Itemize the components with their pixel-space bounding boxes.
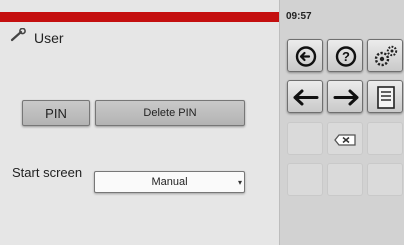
settings-panel: User PIN Delete PIN Start screen Manual … <box>0 0 279 245</box>
arrow-left-icon <box>293 89 319 106</box>
pin-button[interactable]: PIN <box>22 100 90 126</box>
start-screen-select[interactable]: Manual ▾ <box>94 171 245 193</box>
empty-key <box>367 163 403 196</box>
save-button[interactable] <box>367 80 403 113</box>
backspace-icon <box>334 134 356 146</box>
right-button[interactable] <box>327 80 363 113</box>
backspace-button[interactable] <box>327 122 363 155</box>
settings-button[interactable] <box>367 39 403 72</box>
empty-key <box>287 122 323 155</box>
empty-key <box>287 163 323 196</box>
delete-pin-button[interactable]: Delete PIN <box>95 100 245 126</box>
back-button[interactable] <box>287 39 323 72</box>
svg-text:?: ? <box>342 49 350 64</box>
header-bar <box>0 12 279 22</box>
empty-key <box>327 163 363 196</box>
left-button[interactable] <box>287 80 323 113</box>
keypad-panel: 09:57 ? <box>279 0 404 245</box>
dropdown-arrow-icon: ▾ <box>237 178 242 187</box>
save-disk-icon <box>377 86 395 109</box>
start-screen-value: Manual <box>151 176 188 188</box>
title-text: User <box>34 29 64 46</box>
clock: 09:57 <box>286 11 312 22</box>
empty-key <box>367 122 403 155</box>
page-title: User <box>10 27 64 47</box>
arrow-right-icon <box>333 89 359 106</box>
start-screen-label: Start screen <box>12 165 83 180</box>
back-circle-icon <box>295 46 317 67</box>
help-button[interactable]: ? <box>327 39 363 72</box>
wrench-icon <box>10 27 26 47</box>
settings-gears-icon <box>374 45 398 67</box>
help-icon: ? <box>335 46 357 67</box>
